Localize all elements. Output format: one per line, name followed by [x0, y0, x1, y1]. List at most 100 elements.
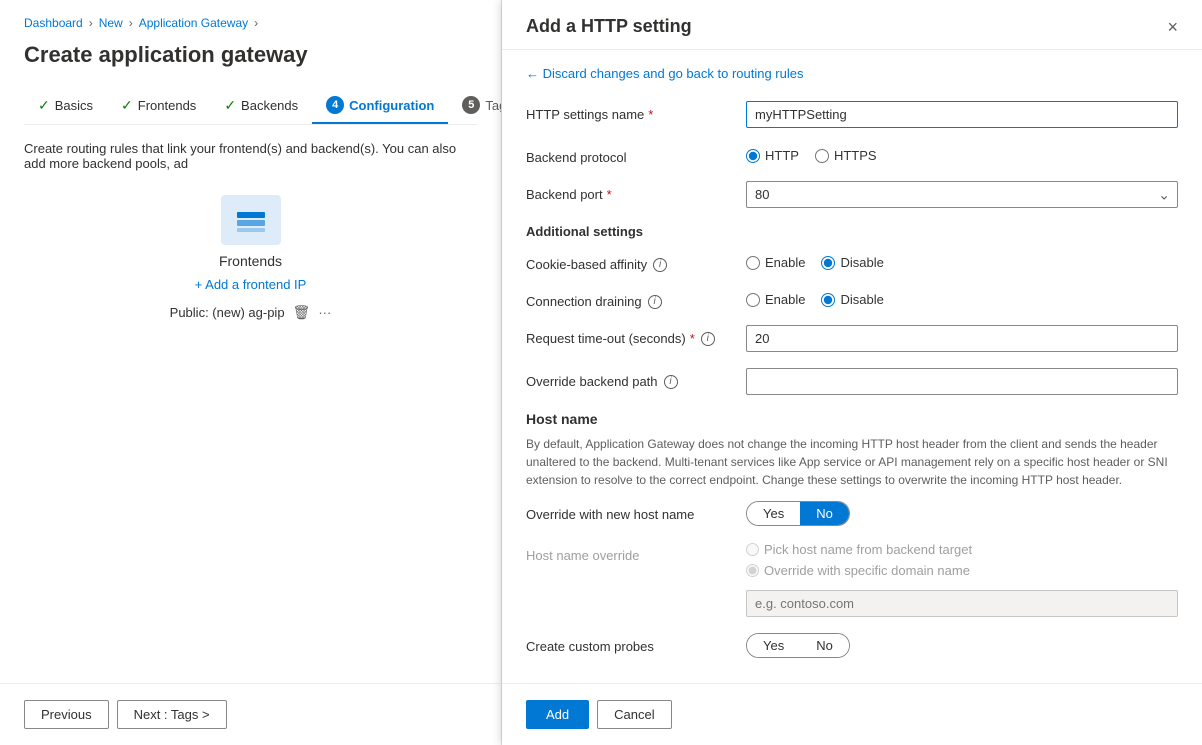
backend-protocol-control: HTTP HTTPS: [746, 144, 1178, 163]
left-footer: Previous Next : Tags >: [0, 683, 500, 745]
create-custom-probes-row: Create custom probes Yes No: [526, 633, 1178, 658]
host-name-section: Host name By default, Application Gatewa…: [526, 411, 1178, 658]
domain-name-input[interactable]: [746, 590, 1178, 617]
draining-disable-label: Disable: [840, 292, 883, 307]
required-marker: *: [648, 107, 653, 122]
http-settings-name-control: [746, 101, 1178, 128]
specific-domain-label: Override with specific domain name: [764, 563, 970, 578]
tab-frontends[interactable]: ✓ Frontends: [107, 89, 210, 124]
tab-tags[interactable]: 5 Tags: [448, 88, 502, 124]
backend-port-row: Backend port * 80 8080 443: [526, 181, 1178, 208]
host-name-override-row: Host name override Pick host name from b…: [526, 542, 1178, 617]
protocol-http-radio[interactable]: [746, 149, 760, 163]
override-backend-path-row: Override backend path i: [526, 368, 1178, 395]
wizard-tabs: ✓ Basics ✓ Frontends ✓ Backends 4 Config…: [24, 88, 477, 125]
cookie-enable-radio[interactable]: [746, 256, 760, 270]
pick-from-backend-label: Pick host name from backend target: [764, 542, 972, 557]
specific-domain-option: Override with specific domain name: [746, 563, 1178, 578]
connection-draining-info-icon[interactable]: i: [648, 295, 662, 309]
illustration-label: Frontends: [219, 253, 282, 269]
tab-frontends-label: Frontends: [138, 98, 197, 113]
cancel-button[interactable]: Cancel: [597, 700, 671, 729]
override-host-name-toggle: Yes No: [746, 501, 850, 526]
draining-enable-radio[interactable]: [746, 293, 760, 307]
panel-body: ← Discard changes and go back to routing…: [502, 50, 1202, 683]
backend-port-label: Backend port *: [526, 181, 746, 202]
probes-toggle-yes-button[interactable]: Yes: [747, 634, 800, 657]
tab-configuration[interactable]: 4 Configuration: [312, 88, 448, 124]
draining-disable-option[interactable]: Disable: [821, 292, 883, 307]
right-panel: Add a HTTP setting × ← Discard changes a…: [502, 0, 1202, 745]
tab-backends-label: Backends: [241, 98, 298, 113]
connection-draining-control: Enable Disable: [746, 288, 1178, 307]
override-backend-path-input[interactable]: [746, 368, 1178, 395]
panel-title: Add a HTTP setting: [526, 16, 692, 37]
required-marker: *: [690, 331, 695, 346]
probes-toggle-no-button[interactable]: No: [800, 634, 849, 657]
protocol-https-radio[interactable]: [815, 149, 829, 163]
required-marker: *: [607, 187, 612, 202]
backend-port-select[interactable]: 80 8080 443: [746, 181, 1178, 208]
http-settings-name-input[interactable]: [746, 101, 1178, 128]
protocol-http-option[interactable]: HTTP: [746, 148, 799, 163]
add-button[interactable]: Add: [526, 700, 589, 729]
frontends-icon: [221, 195, 281, 245]
request-timeout-info-icon[interactable]: i: [701, 332, 715, 346]
toggle-no-button[interactable]: No: [800, 502, 849, 525]
draining-enable-option[interactable]: Enable: [746, 292, 805, 307]
description-text: Create routing rules that link your fron…: [24, 141, 477, 171]
next-button[interactable]: Next : Tags >: [117, 700, 227, 729]
protocol-https-option[interactable]: HTTPS: [815, 148, 877, 163]
tab-tags-label: Tags: [485, 98, 502, 113]
pick-from-backend-option: Pick host name from backend target: [746, 542, 1178, 557]
more-icon[interactable]: ···: [318, 305, 331, 320]
override-backend-path-info-icon[interactable]: i: [664, 375, 678, 389]
connection-draining-row: Connection draining i Enable Disable: [526, 288, 1178, 309]
override-host-name-label: Override with new host name: [526, 501, 746, 522]
panel-footer: Add Cancel: [502, 683, 1202, 745]
breadcrumb-app-gateway[interactable]: Application Gateway: [139, 16, 248, 30]
tab-backends[interactable]: ✓ Backends: [210, 89, 312, 124]
page-title: Create application gateway: [24, 42, 477, 68]
cookie-affinity-control: Enable Disable: [746, 251, 1178, 270]
back-link[interactable]: ← Discard changes and go back to routing…: [526, 66, 1178, 81]
cookie-disable-option[interactable]: Disable: [821, 255, 883, 270]
breadcrumb-dashboard[interactable]: Dashboard: [24, 16, 83, 30]
cookie-affinity-info-icon[interactable]: i: [653, 258, 667, 272]
cookie-enable-option[interactable]: Enable: [746, 255, 805, 270]
backend-protocol-radio-group: HTTP HTTPS: [746, 144, 1178, 163]
request-timeout-row: Request time-out (seconds) * i: [526, 325, 1178, 352]
cookie-affinity-label: Cookie-based affinity i: [526, 251, 746, 272]
add-frontend-link[interactable]: + Add a frontend IP: [195, 277, 307, 292]
cookie-disable-radio[interactable]: [821, 256, 835, 270]
previous-button[interactable]: Previous: [24, 700, 109, 729]
host-name-override-options: Pick host name from backend target Overr…: [746, 542, 1178, 617]
trash-icon[interactable]: 🗑: [293, 304, 311, 321]
check-icon: ✓: [121, 97, 133, 114]
protocol-http-label: HTTP: [765, 148, 799, 163]
toggle-yes-button[interactable]: Yes: [747, 502, 800, 525]
create-custom-probes-control: Yes No: [746, 633, 1178, 658]
panel-header: Add a HTTP setting ×: [502, 0, 1202, 50]
frontend-item: Public: (new) ag-pip 🗑 ···: [170, 304, 332, 321]
tab-basics-label: Basics: [55, 98, 93, 113]
draining-disable-radio[interactable]: [821, 293, 835, 307]
additional-settings-title: Additional settings: [526, 224, 1178, 239]
host-name-heading: Host name: [526, 411, 1178, 427]
draining-enable-label: Enable: [765, 292, 805, 307]
breadcrumb-new[interactable]: New: [99, 16, 123, 30]
tab-basics[interactable]: ✓ Basics: [24, 89, 107, 124]
create-custom-probes-toggle: Yes No: [746, 633, 850, 658]
override-backend-path-label: Override backend path i: [526, 368, 746, 389]
specific-domain-radio: [746, 564, 759, 577]
request-timeout-input[interactable]: [746, 325, 1178, 352]
connection-draining-radio-group: Enable Disable: [746, 288, 1178, 307]
check-icon: ✓: [38, 97, 50, 114]
host-name-desc: By default, Application Gateway does not…: [526, 435, 1178, 489]
illustration-area: Frontends + Add a frontend IP Public: (n…: [24, 195, 477, 321]
http-settings-name-row: HTTP settings name *: [526, 101, 1178, 128]
close-button[interactable]: ×: [1167, 18, 1178, 36]
protocol-https-label: HTTPS: [834, 148, 877, 163]
override-host-name-row: Override with new host name Yes No: [526, 501, 1178, 526]
create-custom-probes-label: Create custom probes: [526, 633, 746, 654]
